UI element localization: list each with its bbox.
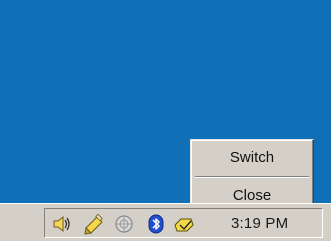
network-icon[interactable] <box>113 213 135 235</box>
app-tray-icon[interactable] <box>173 213 195 235</box>
pencil-icon[interactable] <box>83 213 105 235</box>
menu-separator <box>195 176 309 178</box>
system-tray: 3:19 PM <box>44 208 323 238</box>
bluetooth-icon[interactable] <box>145 213 167 235</box>
menu-item-switch[interactable]: Switch <box>194 146 310 170</box>
clock: 3:19 PM <box>231 215 289 232</box>
speaker-icon[interactable] <box>51 213 73 235</box>
taskbar: 3:19 PM <box>0 203 331 241</box>
